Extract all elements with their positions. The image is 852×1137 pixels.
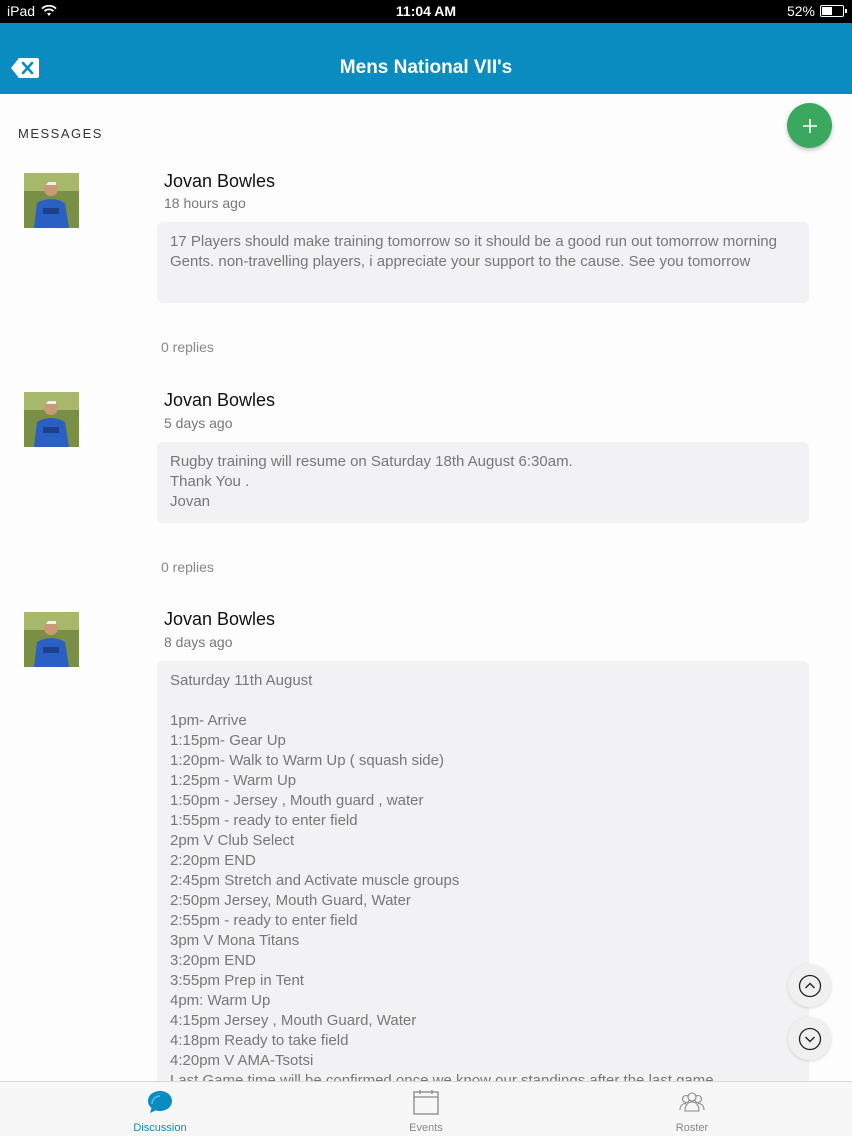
replies-link[interactable]: 0 replies xyxy=(161,339,214,355)
tab-label: Roster xyxy=(675,1122,709,1134)
section-title: MESSAGES xyxy=(18,126,103,141)
status-bar: iPad 11:04 AM 52% xyxy=(0,0,852,23)
replies-link[interactable]: 0 replies xyxy=(161,559,214,575)
message-body: Saturday 11th August 1pm- Arrive 1:15pm-… xyxy=(157,661,809,1081)
avatar[interactable] xyxy=(24,392,79,447)
people-icon xyxy=(679,1092,705,1112)
battery-fill xyxy=(822,7,833,15)
message-author: Jovan Bowles xyxy=(164,171,276,191)
avatar-image xyxy=(24,612,79,667)
scroll-up-button[interactable] xyxy=(788,964,831,1007)
message-time: 5 days ago xyxy=(164,415,233,431)
page-title: Mens National VII's xyxy=(339,57,513,78)
tab-label: Discussion xyxy=(133,1122,187,1134)
avatar[interactable] xyxy=(24,173,79,228)
nav-bar: Mens National VII's xyxy=(0,23,852,94)
calendar-icon xyxy=(413,1090,439,1115)
tab-label: Events xyxy=(409,1122,443,1134)
message-body: Rugby training will resume on Saturday 1… xyxy=(157,442,809,523)
message-author: Jovan Bowles xyxy=(164,390,276,410)
messages-view[interactable]: MESSAGES Jovan Bowles 18 hours ago 17 Pl… xyxy=(0,94,852,1081)
chevron-down-icon xyxy=(798,1027,821,1050)
message-time: 18 hours ago xyxy=(164,195,246,211)
scroll-down-button[interactable] xyxy=(788,1017,831,1060)
message-body: 17 Players should make training tomorrow… xyxy=(157,222,809,303)
avatar[interactable] xyxy=(24,612,79,667)
message-author: Jovan Bowles xyxy=(164,609,276,629)
add-message-button[interactable] xyxy=(787,103,832,148)
status-right: 52% xyxy=(786,3,847,19)
avatar-image xyxy=(24,392,79,447)
plus-icon xyxy=(802,118,817,133)
tab-roster[interactable]: Roster xyxy=(632,1082,752,1137)
tab-discussion[interactable]: Discussion xyxy=(100,1082,220,1137)
clock: 11:04 AM xyxy=(395,3,457,19)
chevron-up-icon xyxy=(798,974,821,997)
battery-icon xyxy=(820,5,847,17)
tab-bar: Discussion Events Roster xyxy=(0,1081,852,1136)
battery-percent: 52% xyxy=(786,3,815,19)
avatar-image xyxy=(24,173,79,228)
message-time: 8 days ago xyxy=(164,634,233,650)
tab-events[interactable]: Events xyxy=(366,1082,486,1137)
chat-bubble-icon xyxy=(148,1091,172,1113)
